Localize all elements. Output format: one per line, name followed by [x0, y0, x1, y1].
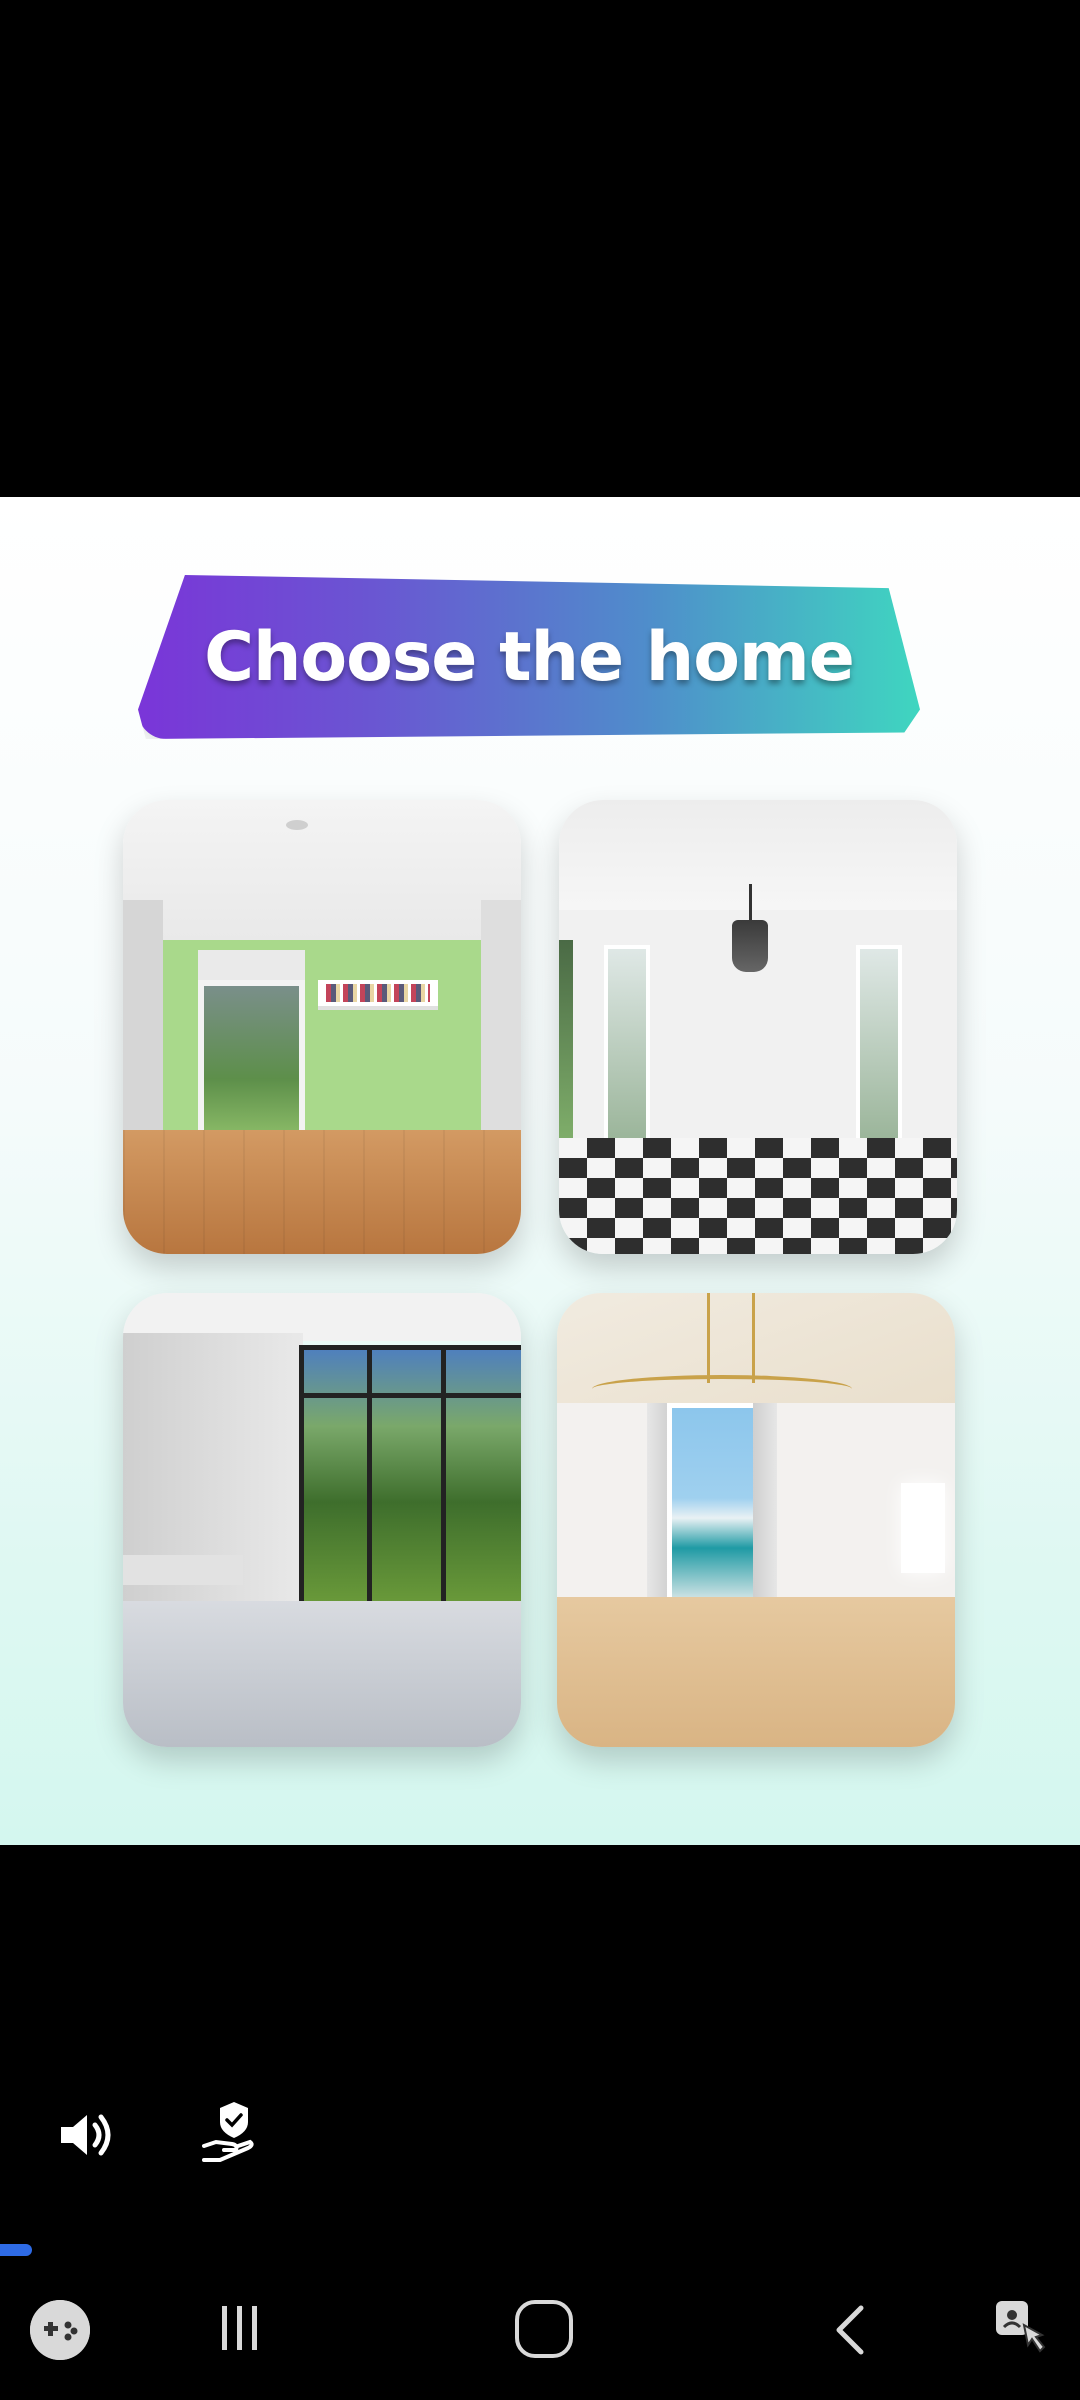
- ceiling-light: [286, 820, 308, 830]
- screen: Choose the home: [0, 0, 1080, 2400]
- ocean-window: [667, 1403, 759, 1613]
- room-ceiling: [123, 800, 521, 940]
- checkered-floor: [559, 1138, 957, 1254]
- home-button[interactable]: [515, 2300, 573, 2358]
- wall-bench: [123, 1555, 243, 1585]
- tall-window: [299, 1345, 521, 1609]
- back-icon: [836, 2305, 864, 2355]
- curtain-right: [753, 1403, 777, 1608]
- wood-floor: [557, 1597, 955, 1747]
- window-blind: [198, 950, 305, 984]
- accessibility-icon: [996, 2301, 1046, 2353]
- concrete-floor: [123, 1601, 521, 1747]
- chandelier: [592, 1375, 852, 1403]
- window-mullion: [367, 1345, 372, 1609]
- room-wall-left: [123, 900, 163, 1150]
- home-option-chandelier-room[interactable]: [557, 1293, 955, 1747]
- room-wall-right: [481, 900, 521, 1150]
- room-window-right: [856, 945, 902, 1143]
- floor-planks: [123, 1130, 521, 1254]
- home-option-checkered-floor-room[interactable]: [559, 800, 957, 1254]
- hanging-lantern: [732, 920, 768, 972]
- letterbox-top: [0, 0, 1080, 497]
- room-window: [198, 980, 305, 1147]
- home-option-green-wall-room[interactable]: [123, 800, 521, 1254]
- recents-icon: [222, 2306, 257, 2350]
- window-mullion: [441, 1345, 446, 1609]
- ad-panel: Choose the home: [0, 497, 1080, 1845]
- window-transom: [299, 1393, 521, 1398]
- recents-button[interactable]: [210, 2300, 268, 2354]
- privacy-button[interactable]: [198, 2098, 264, 2168]
- sound-button[interactable]: [55, 2105, 117, 2165]
- back-button[interactable]: [825, 2300, 873, 2360]
- light-patch: [901, 1483, 945, 1573]
- chandelier-rod: [707, 1293, 710, 1383]
- garden-view: [559, 940, 573, 1140]
- home-option-tall-window-room[interactable]: [123, 1293, 521, 1747]
- room-window-left: [604, 945, 650, 1143]
- ad-progress-bar: [0, 2244, 32, 2256]
- privacy-hand-shield-icon: [202, 2102, 254, 2162]
- room-ceiling: [559, 800, 957, 920]
- game-launcher-button[interactable]: [30, 2300, 90, 2360]
- lantern-chain: [749, 884, 752, 924]
- chandelier-rod: [752, 1293, 755, 1383]
- accessibility-button[interactable]: [990, 2295, 1050, 2357]
- ad-title: Choose the home: [204, 617, 855, 697]
- books: [326, 984, 430, 1002]
- game-launcher-icon: [30, 2300, 90, 2360]
- speaker-icon: [61, 2114, 111, 2156]
